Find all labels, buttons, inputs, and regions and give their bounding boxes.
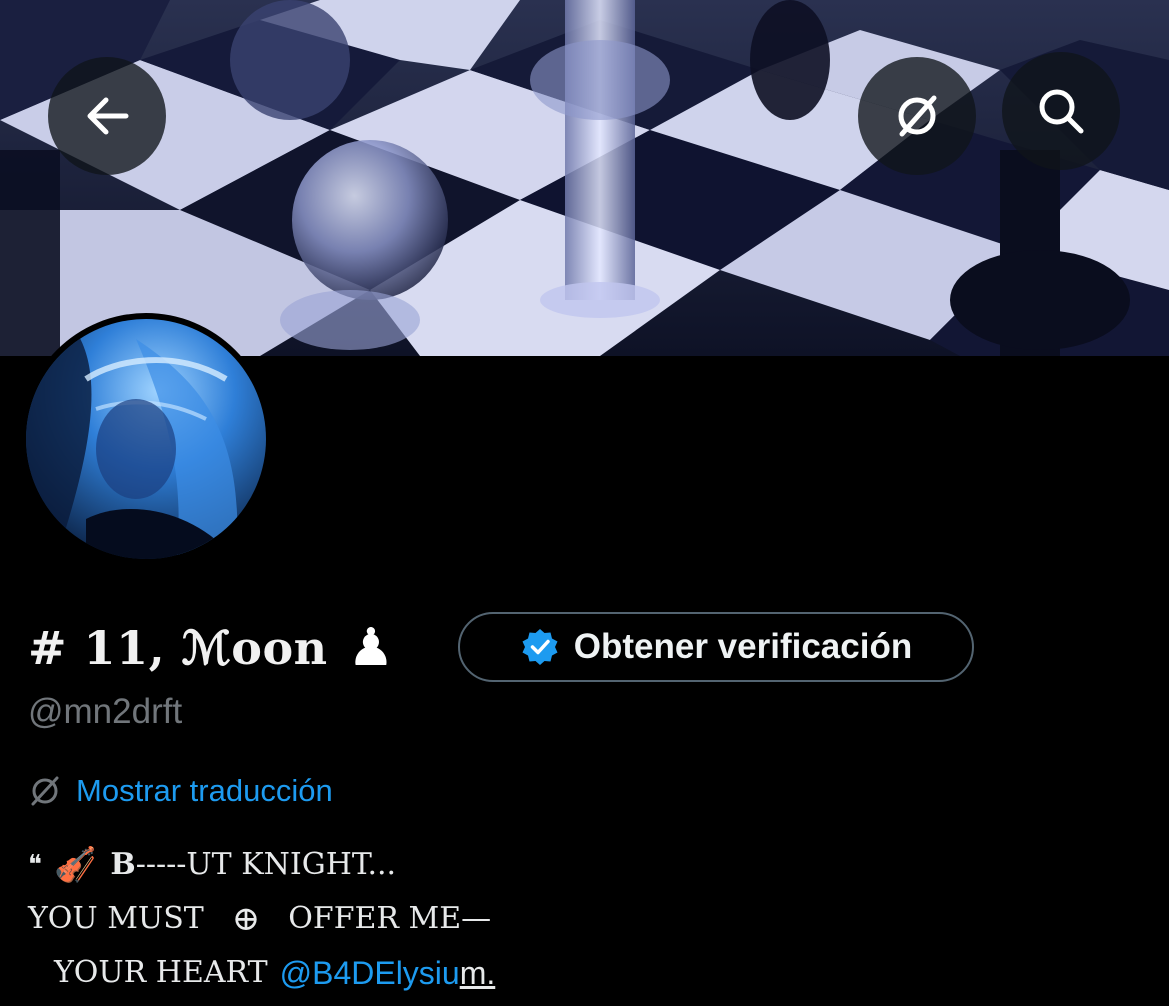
quote-mark: ❝ [28, 850, 42, 880]
translate-icon [898, 95, 937, 137]
display-name-row: # 11, ℳoon ♟ [28, 610, 394, 686]
bio-text: YOUR HEART [54, 955, 268, 990]
translate-icon [31, 776, 59, 806]
bio-line-1: ❝ 🎻 B -----UT KNIGHT... [28, 838, 495, 892]
profile-banner[interactable] [0, 0, 1169, 356]
translate-button[interactable] [858, 57, 976, 175]
mention-tail: m. [459, 955, 496, 991]
violin-emoji: 🎻 [54, 845, 97, 885]
translate-row[interactable]: Mostrar traducción [28, 773, 333, 809]
show-translation-link[interactable]: Mostrar traducción [76, 773, 333, 809]
banner-image [0, 0, 1169, 356]
bio-text: YOU MUST [28, 901, 204, 936]
get-verified-button[interactable]: Obtener verificación [458, 612, 974, 682]
bio: ❝ 🎻 B -----UT KNIGHT... YOU MUST ⊕ OFFER … [28, 838, 495, 1000]
bio-line-2: YOU MUST ⊕ OFFER ME— [28, 892, 495, 946]
user-handle: @mn2drft [28, 692, 183, 731]
display-name: # 11, ℳoon [28, 621, 328, 675]
search-icon [1039, 89, 1084, 134]
verified-badge-icon [522, 629, 558, 665]
arrow-left-icon [87, 97, 129, 135]
pawn-emoji: ♟ [347, 618, 395, 678]
bio-text: OFFER ME— [288, 901, 492, 936]
avatar-image [26, 319, 266, 559]
mention-link[interactable]: @B4DElysiu [280, 946, 460, 1000]
get-verified-label: Obtener verificación [573, 627, 913, 666]
bio-text: -----UT KNIGHT... [135, 847, 397, 882]
bio-line-3: YOUR HEART @B4DElysiu m. [28, 946, 495, 1000]
bio-initial: B [110, 847, 136, 882]
back-button[interactable] [48, 57, 166, 175]
crosshair-icon: ⊕ [231, 899, 261, 939]
search-button[interactable] [1002, 52, 1120, 170]
avatar[interactable] [20, 313, 272, 565]
